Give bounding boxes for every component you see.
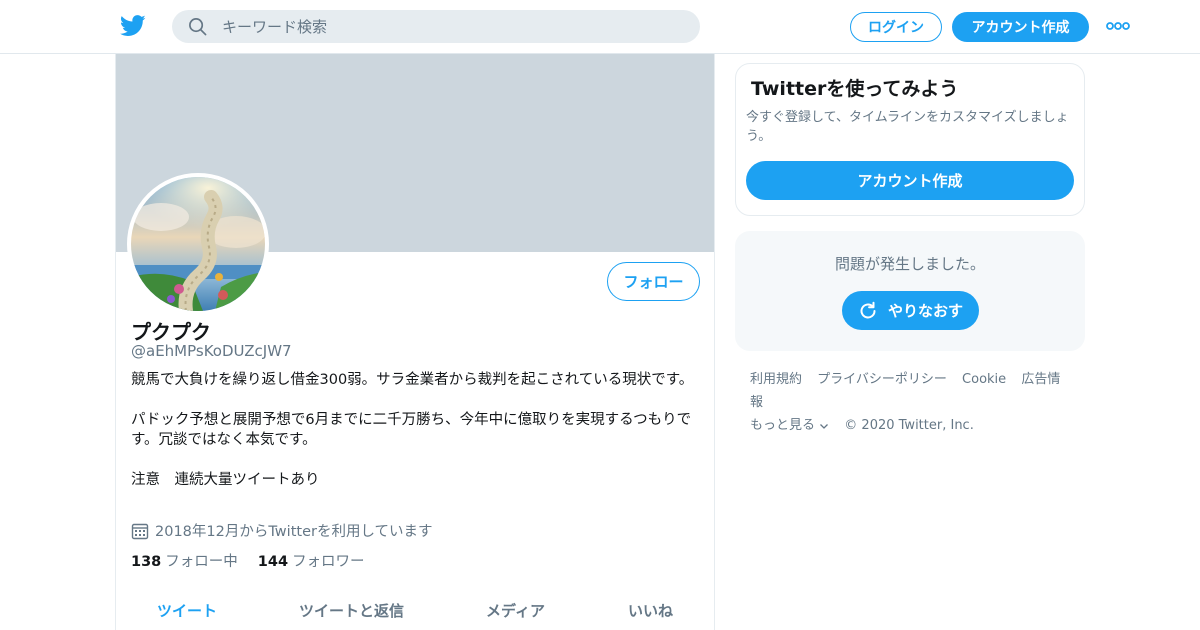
footer-second-row: もっと見る © 2020 Twitter, Inc. (750, 414, 1080, 437)
following-count: 138 (131, 554, 162, 570)
profile-display-name: プクプク (131, 320, 211, 344)
footer-links-row: 利用規約 プライバシーポリシー Cookie 広告情報 (750, 368, 1080, 414)
footer-link-privacy[interactable]: プライバシーポリシー (817, 372, 947, 387)
tab-likes[interactable]: いいね (628, 600, 673, 621)
bio-paragraph: パドック予想と展開予想で6月までに二千万勝ち、今年中に億取りを実現するつもりです… (131, 412, 692, 448)
profile-handle: @aEhMPsKoDUZcJW7 (131, 342, 292, 360)
signup-button[interactable]: アカウント作成 (952, 12, 1089, 42)
avatar[interactable] (127, 173, 269, 315)
retry-button[interactable]: やりなおす (842, 291, 979, 330)
more-dots-icon[interactable] (1104, 17, 1132, 35)
followers-label: フォロワー (292, 554, 365, 570)
bio-paragraph: 競馬で大負けを繰り返し借金300弱。サラ金業者から裁判を起こされている現状です。 (131, 372, 694, 388)
signup-card-description: 今すぐ登録して、タイムラインをカスタマイズしましょう。 (746, 110, 1069, 144)
tab-tweets[interactable]: ツイート (157, 600, 217, 621)
top-navigation-bar: ログイン アカウント作成 (0, 0, 1200, 54)
followers-count-link[interactable]: 144 フォロワー (258, 550, 365, 571)
search-icon (189, 18, 207, 36)
tab-media[interactable]: メディア (486, 600, 545, 621)
profile-bio: 競馬で大負けを繰り返し借金300弱。サラ金業者から裁判を起こされている現状です。… (131, 370, 701, 510)
error-card: 問題が発生しました。 やりなおす (735, 231, 1085, 351)
footer: 利用規約 プライバシーポリシー Cookie 広告情報 もっと見る © 2020… (750, 368, 1080, 437)
follow-button[interactable]: フォロー (607, 262, 700, 301)
profile-tabs: ツイート ツイートと返信 メディア いいね (116, 592, 714, 630)
follow-stats: 138 フォロー中 144 フォロワー (131, 550, 385, 571)
followers-count: 144 (257, 554, 289, 570)
footer-link-terms[interactable]: 利用規約 (750, 372, 802, 387)
footer-copyright: © 2020 Twitter, Inc. (844, 418, 974, 433)
twitter-bird-icon[interactable] (120, 14, 146, 38)
footer-more-link[interactable]: もっと見る (750, 418, 833, 433)
login-button[interactable]: ログイン (850, 12, 942, 42)
refresh-icon (860, 301, 876, 318)
tab-tweets-and-replies[interactable]: ツイートと返信 (299, 600, 404, 621)
signup-card-button[interactable]: アカウント作成 (746, 161, 1074, 200)
retry-label: やりなおす (887, 302, 963, 320)
search-input[interactable] (222, 10, 682, 43)
profile-column: フォロー プクプク @aEhMPsKoDUZcJW7 競馬で大負けを繰り返し借金… (115, 54, 715, 630)
search-box[interactable] (172, 10, 700, 43)
calendar-icon (131, 523, 149, 539)
footer-more-label: もっと見る (750, 418, 816, 433)
signup-card: Twitterを使ってみよう 今すぐ登録して、タイムラインをカスタマイズしましょ… (735, 63, 1085, 216)
chevron-down-icon (820, 423, 829, 429)
avatar-image (131, 177, 265, 311)
join-date-text: 2018年12月からTwitterを利用しています (155, 524, 433, 540)
bio-paragraph: 注意 連続大量ツイートあり (131, 472, 320, 488)
error-message: 問題が発生しました。 (834, 255, 985, 273)
signup-card-title: Twitterを使ってみよう (751, 78, 959, 100)
following-count-link[interactable]: 138 フォロー中 (131, 550, 238, 571)
footer-link-cookie[interactable]: Cookie (962, 372, 1006, 387)
following-label: フォロー中 (165, 554, 238, 570)
join-date: 2018年12月からTwitterを利用しています (131, 520, 433, 541)
